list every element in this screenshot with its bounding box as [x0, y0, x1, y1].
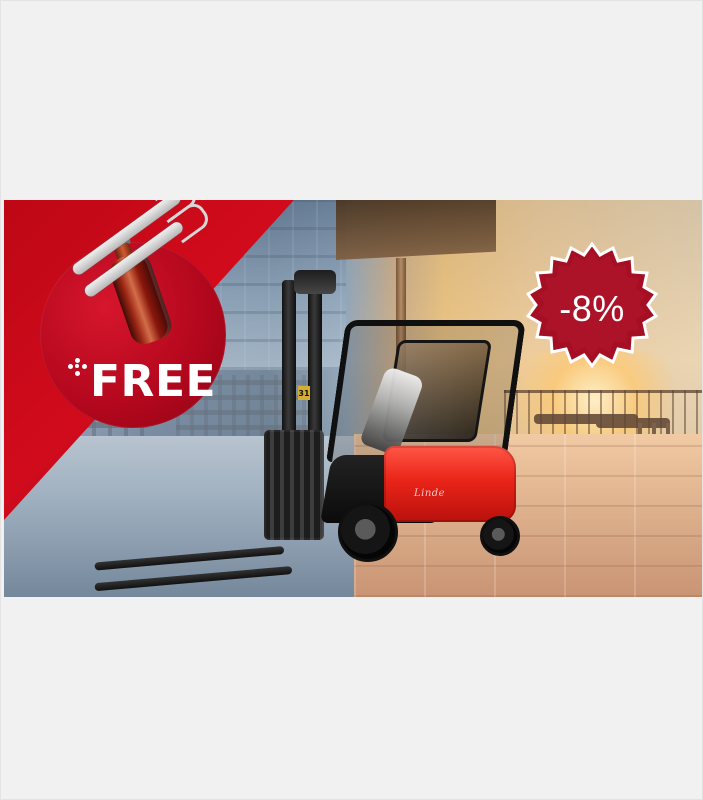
- forklift-rear-wheel: [480, 516, 520, 556]
- page: FREE Linde 31 -8%: [0, 0, 703, 800]
- forklift-counterweight: [384, 446, 516, 522]
- forklift-front-wheel: [338, 502, 398, 562]
- forklift-brand: Linde: [414, 488, 446, 499]
- mast-number-label: 31: [298, 386, 310, 400]
- discount-badge: -8%: [524, 240, 660, 376]
- discount-text: -8%: [559, 288, 625, 329]
- forklift-mast-top: [294, 270, 336, 294]
- forklift-carriage: [264, 430, 324, 540]
- forklift-fork-upper: [94, 546, 285, 571]
- forklift-fork-lower: [94, 566, 293, 592]
- forklift: Linde 31: [94, 270, 526, 592]
- terrace-roof: [336, 200, 496, 260]
- promo-banner: FREE Linde 31 -8%: [4, 200, 702, 597]
- sparkle-icon: [68, 358, 88, 378]
